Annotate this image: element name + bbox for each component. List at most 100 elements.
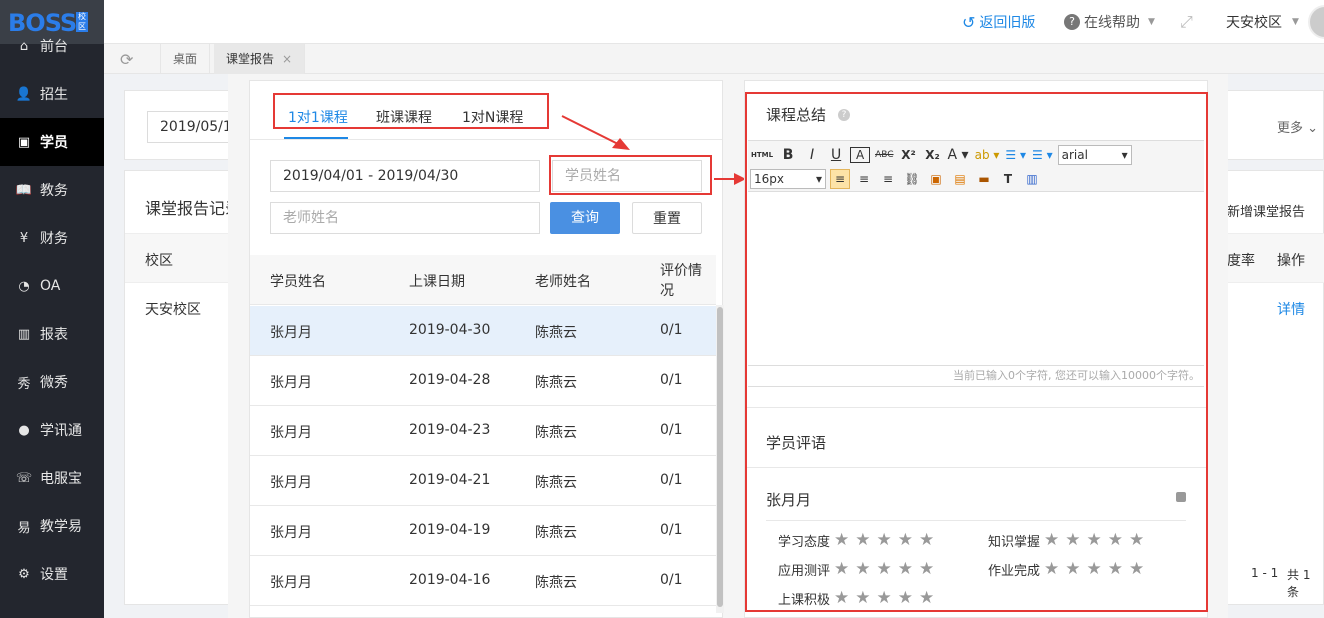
tab-class-report[interactable]: 课堂报告 × — [214, 44, 306, 74]
table-row[interactable]: 张月月 2019-04-30 陈燕云 0/1 — [250, 306, 716, 356]
col-evaluation: 评价情况 — [660, 263, 702, 299]
align-left-icon[interactable]: ≡ — [830, 169, 850, 189]
col-campus: 校区 — [145, 253, 173, 269]
sidebar-item-11[interactable]: ⚙ 设置 — [0, 550, 104, 598]
subscript-icon[interactable]: X₂ — [923, 145, 943, 165]
star-icon[interactable]: ★ — [898, 559, 919, 579]
more-button[interactable]: 更多 ⌄ — [1277, 117, 1318, 136]
underline-icon[interactable]: U — [826, 145, 846, 165]
star-icon[interactable]: ★ — [877, 530, 898, 550]
editor-content[interactable] — [748, 193, 1204, 365]
unordered-list-icon[interactable]: ☰ ▾ — [1031, 145, 1054, 165]
date-range-input[interactable]: 2019/04/01 - 2019/04/30 — [270, 160, 540, 192]
fullscreen-icon[interactable]: ⤢ — [1180, 12, 1193, 32]
scrollbar-thumb[interactable] — [717, 307, 723, 607]
sidebar-item-3[interactable]: 📖 教务 — [0, 166, 104, 214]
star-icon[interactable]: ★ — [1065, 530, 1086, 550]
help-label: 在线帮助 — [1084, 15, 1140, 31]
back-old-button[interactable]: ↺ 返回旧版 — [962, 12, 1035, 32]
student-name-field[interactable] — [552, 160, 702, 192]
star-icon[interactable]: ★ — [1044, 530, 1065, 550]
close-icon[interactable]: × — [282, 52, 292, 66]
italic-icon[interactable]: I — [802, 145, 822, 165]
sidebar-item-1[interactable]: 👤 招生 — [0, 70, 104, 118]
sidebar-item-2[interactable]: ▣ 学员 — [0, 118, 104, 166]
campus-menu[interactable]: 天安校区 ▼ — [1226, 12, 1299, 32]
help-menu[interactable]: ? 在线帮助 ▼ — [1064, 12, 1155, 32]
star-icon[interactable]: ★ — [834, 588, 855, 608]
font-color-icon[interactable]: A ▾ — [947, 145, 970, 165]
teacher-name-field[interactable] — [270, 202, 540, 234]
table-cell: 张月月 — [270, 575, 312, 591]
star-icon[interactable]: ★ — [919, 588, 940, 608]
bold-icon[interactable]: B — [778, 145, 798, 165]
image-icon[interactable]: ▣ — [926, 169, 946, 189]
table-row[interactable]: 张月月 2019-04-16 陈燕云 0/1 — [250, 556, 716, 606]
star-icon[interactable]: ★ — [834, 530, 855, 550]
star-icon[interactable]: ★ — [855, 588, 876, 608]
align-center-icon[interactable]: ≡ — [854, 169, 874, 189]
star-icon[interactable]: ★ — [834, 559, 855, 579]
border-font-icon[interactable]: A — [850, 147, 871, 163]
html-icon[interactable]: HTML — [750, 145, 774, 165]
tab-1v1[interactable]: 1对1课程 — [288, 107, 348, 127]
sidebar-item-6[interactable]: ▥ 报表 — [0, 310, 104, 358]
font-family-select[interactable]: arial ▾ — [1057, 145, 1132, 165]
star-icon[interactable]: ★ — [1087, 559, 1108, 579]
highlight-color-icon[interactable]: ab ▾ — [974, 145, 1001, 165]
star-icon[interactable]: ★ — [1044, 559, 1065, 579]
home-icon: ⌂ — [19, 38, 29, 54]
query-button[interactable]: 查询 — [550, 202, 620, 234]
superscript-icon[interactable]: X² — [899, 145, 919, 165]
avatar[interactable] — [1308, 5, 1324, 39]
table-row[interactable]: 张月月 2019-04-23 陈燕云 0/1 — [250, 406, 716, 456]
reset-button[interactable]: 重置 — [632, 202, 702, 234]
table-row[interactable]: 张月月 2019-04-21 陈燕云 0/1 — [250, 456, 716, 506]
active-tab-indicator — [284, 137, 348, 139]
sidebar-item-0[interactable]: ⌂ 前台 — [0, 22, 104, 70]
chevron-down-icon: ▼ — [1292, 17, 1299, 27]
insert-image-icon[interactable]: ▤ — [950, 169, 970, 189]
template-icon[interactable]: T — [998, 169, 1018, 189]
star-icon[interactable]: ★ — [1087, 530, 1108, 550]
sidebar-item-8[interactable]: ● 学讯通 — [0, 406, 104, 454]
star-icon[interactable]: ★ — [919, 559, 940, 579]
sidebar-item-label: 报表 — [40, 327, 68, 343]
star-icon[interactable]: ★ — [919, 530, 940, 550]
star-icon[interactable]: ★ — [1065, 559, 1086, 579]
link-icon[interactable]: ⛓ — [902, 169, 922, 189]
tab-class[interactable]: 班课课程 — [376, 107, 432, 127]
yen-icon: ¥ — [19, 230, 29, 246]
star-icon[interactable]: ★ — [1129, 559, 1150, 579]
star-icon[interactable]: ★ — [855, 530, 876, 550]
refresh-icon[interactable]: ⟳ — [120, 50, 133, 69]
star-icon[interactable]: ★ — [877, 588, 898, 608]
star-icon[interactable]: ★ — [898, 588, 919, 608]
sidebar-item-10[interactable]: 易教学易 — [0, 502, 104, 550]
detail-link[interactable]: 详情 — [1277, 299, 1305, 319]
table-row[interactable]: 张月月 2019-04-28 陈燕云 0/1 — [250, 356, 716, 406]
picture-icon[interactable]: ▬ — [974, 169, 994, 189]
star-icon[interactable]: ★ — [898, 530, 919, 550]
align-right-icon[interactable]: ≡ — [878, 169, 898, 189]
tab-desktop[interactable]: 桌面 — [160, 44, 211, 74]
star-icon[interactable]: ★ — [877, 559, 898, 579]
scrollbar[interactable] — [716, 305, 724, 613]
sidebar-item-7[interactable]: 秀微秀 — [0, 358, 104, 406]
add-report-button[interactable]: 新增课堂报告 — [1227, 201, 1305, 220]
table-row[interactable]: 张月月 2019-04-19 陈燕云 0/1 — [250, 506, 716, 556]
sidebar-item-9[interactable]: ☏ 电服宝 — [0, 454, 104, 502]
ordered-list-icon[interactable]: ☰ ▾ — [1004, 145, 1027, 165]
sidebar-item-5[interactable]: ◔ OA — [0, 262, 104, 310]
table-cell: 0/1 — [660, 422, 683, 438]
star-icon[interactable]: ★ — [1108, 530, 1129, 550]
star-icon[interactable]: ★ — [1129, 530, 1150, 550]
star-icon[interactable]: ★ — [1108, 559, 1129, 579]
strikethrough-icon[interactable]: ABC — [874, 145, 894, 165]
tab-1vn[interactable]: 1对N课程 — [462, 107, 523, 127]
star-icon[interactable]: ★ — [855, 559, 876, 579]
row-campus: 天安校区 — [145, 302, 201, 318]
font-size-select[interactable]: 16px ▾ — [750, 169, 826, 189]
sidebar-item-4[interactable]: ¥ 财务 — [0, 214, 104, 262]
video-icon[interactable]: ▥ — [1022, 169, 1042, 189]
